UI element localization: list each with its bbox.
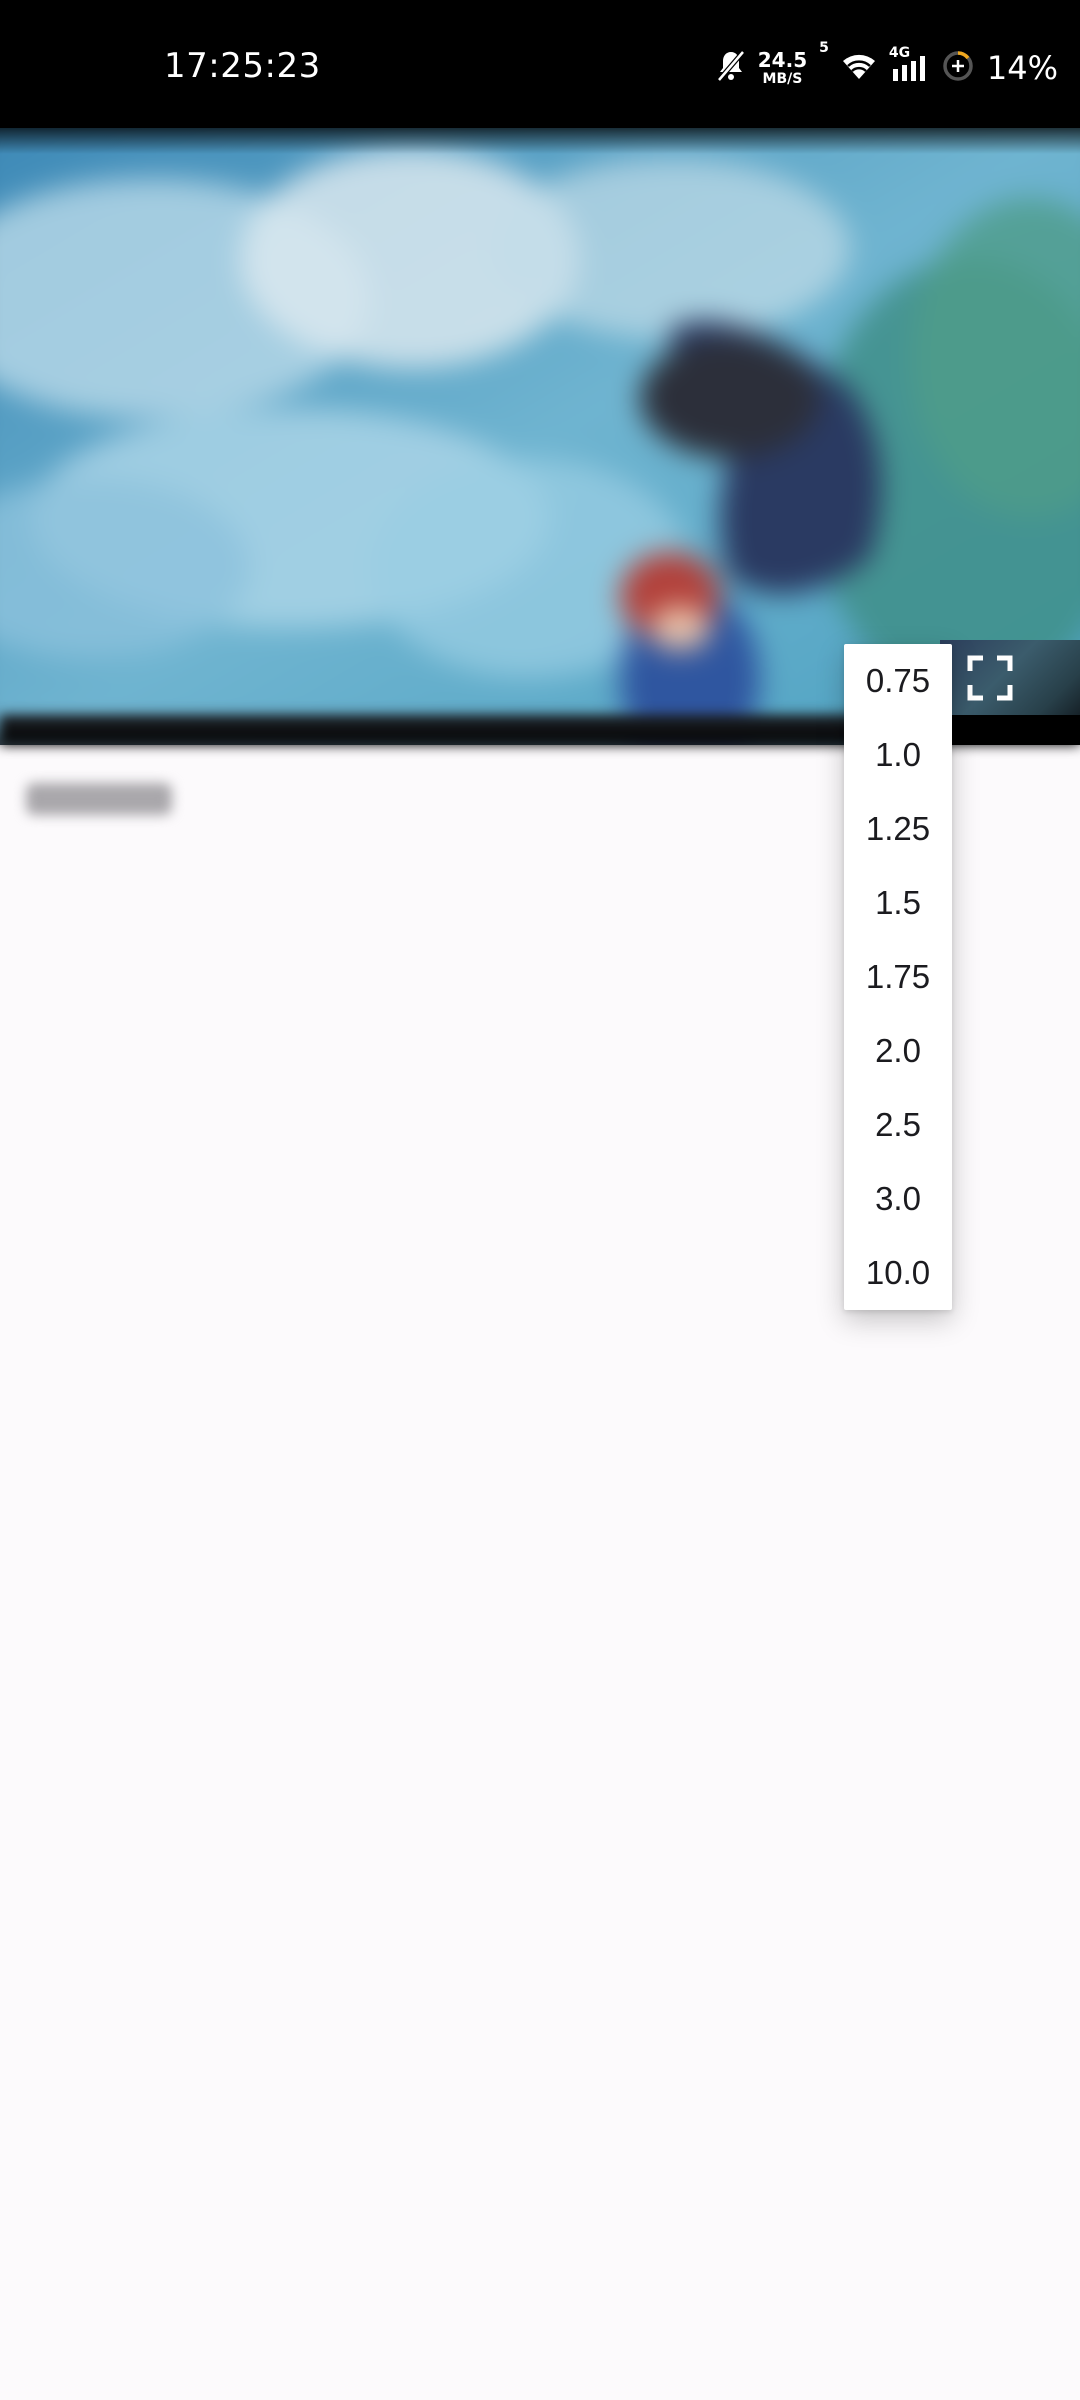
status-time: 17:25:23 [164,46,321,86]
speed-option-3.0[interactable]: 3.0 [844,1162,952,1236]
fullscreen-button[interactable] [950,643,1030,713]
mute-bell-icon [716,49,746,88]
battery-ring-icon [941,49,975,88]
battery-percentage: 14% [986,49,1058,87]
video-corner-bar [940,715,1080,745]
playback-speed-menu: 0.75 1.0 1.25 1.5 1.75 2.0 2.5 3.0 10.0 [844,644,952,1310]
speed-option-2.5[interactable]: 2.5 [844,1088,952,1162]
status-icons: 24.5 MB/S 5 4G 14% [716,40,1058,92]
speed-option-1.75[interactable]: 1.75 [844,940,952,1014]
cellular-signal-icon: 4G [889,45,929,85]
net-speed-value: 24.5 [757,48,808,72]
speed-option-1.0[interactable]: 1.0 [844,718,952,792]
net-speed-unit: MB/S [762,71,803,87]
speed-option-10.0[interactable]: 10.0 [844,1236,952,1310]
speed-option-2.0[interactable]: 2.0 [844,1014,952,1088]
wifi-icon [841,51,877,86]
net-speed: 24.5 MB/S [758,50,807,86]
video-title-blurred [26,783,172,815]
status-bar: 17:25:23 24.5 MB/S 5 4G 14% [0,0,1080,128]
fullscreen-icon [967,655,1013,701]
speed-option-0.75[interactable]: 0.75 [844,644,952,718]
speed-option-1.5[interactable]: 1.5 [844,866,952,940]
sim-label: 5 [819,40,829,56]
speed-option-1.25[interactable]: 1.25 [844,792,952,866]
